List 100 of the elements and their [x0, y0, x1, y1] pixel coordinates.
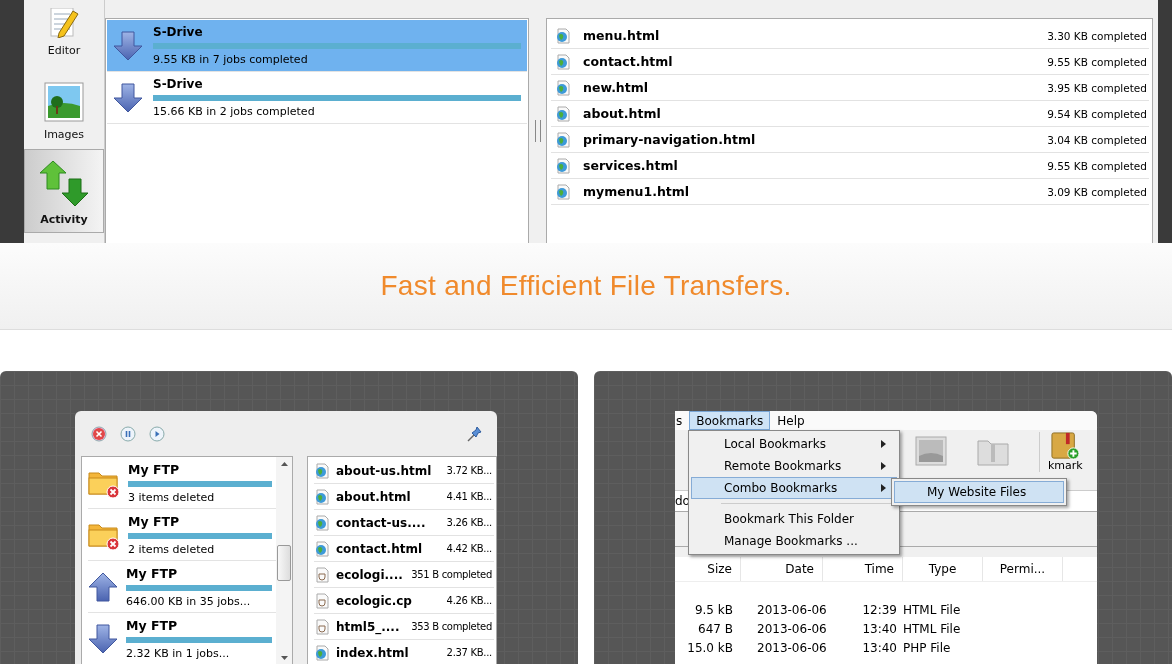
pause-button[interactable]: [120, 425, 136, 442]
play-button[interactable]: [149, 425, 165, 442]
transfer-status: 15.66 KB in 2 jobs completed: [153, 105, 316, 118]
landscape-icon: [44, 82, 84, 122]
menu-item[interactable]: Bookmark This Folder: [691, 508, 897, 530]
web-file-icon: [555, 105, 571, 122]
scroll-up-arrow-icon[interactable]: [280, 462, 288, 466]
transfer-status: 646.00 KB in 35 jobs...: [126, 594, 252, 608]
menu-item[interactable]: My Website Files: [894, 481, 1064, 503]
file-name: about-us.html: [336, 463, 433, 478]
submenu-arrow-icon: [881, 462, 886, 470]
sidebar-tab[interactable]: Editor: [24, 0, 104, 63]
file-name: primary-navigation.html: [583, 132, 757, 147]
transfer-status: 2 items deleted: [128, 542, 216, 556]
file-status: 3.95 KB completed: [1047, 81, 1148, 94]
file-status: 4.26 KB...: [446, 595, 493, 606]
file-name: services.html: [583, 158, 679, 173]
script-file-icon: [314, 566, 330, 583]
web-file-icon: [555, 27, 571, 44]
menu-item[interactable]: Help: [770, 411, 812, 430]
script-file-icon: [314, 592, 330, 609]
sidebar-tab[interactable]: Activity: [24, 149, 104, 233]
web-file-icon: [314, 644, 330, 661]
column-header[interactable]: Date: [741, 557, 823, 581]
transfer-status: 3 items deleted: [128, 490, 216, 504]
file-status: 3.09 KB completed: [1047, 185, 1148, 198]
web-file-icon: [314, 540, 330, 557]
menu-item[interactable]: s: [675, 411, 690, 430]
file-status: 9.55 KB completed: [1047, 159, 1148, 172]
file-name: menu.html: [583, 28, 661, 43]
table-cell-text: HTML File: [903, 621, 962, 638]
menu-item[interactable]: Local Bookmarks: [691, 433, 897, 455]
transfer-row[interactable]: S-Drive 9.55 KB in 7 jobs completed: [107, 20, 527, 72]
file-status: 4.41 KB...: [446, 491, 493, 502]
banner-title: Fast and Efficient File Transfers.: [380, 270, 792, 302]
down-arrow-icon: [113, 82, 143, 113]
cancel-button[interactable]: [91, 425, 107, 442]
transfer-name: S-Drive: [153, 25, 204, 39]
menu-item[interactable]: Bookmarks: [689, 411, 771, 430]
web-file-icon: [555, 79, 571, 96]
transfer-name: S-Drive: [153, 77, 204, 91]
script-file-icon: [314, 618, 330, 635]
web-file-icon: [555, 157, 571, 174]
table-cell-text: HTML File: [903, 602, 962, 619]
transfer-row[interactable]: S-Drive 15.66 KB in 2 jobs completed: [107, 72, 527, 124]
file-status: 3.30 KB completed: [1047, 29, 1148, 42]
table-cell-text: 13:40: [861, 640, 898, 657]
menu-item[interactable]: Manage Bookmarks ...: [691, 530, 897, 552]
transfer-name: My FTP: [128, 513, 181, 529]
column-header[interactable]: Type: [903, 557, 983, 581]
web-file-icon: [314, 514, 330, 531]
transfer-name: My FTP: [128, 461, 181, 477]
menu-item[interactable]: Remote Bookmarks: [691, 455, 897, 477]
file-status: 2.37 KB...: [446, 647, 493, 658]
pin-icon[interactable]: [467, 425, 483, 442]
file-name: ecologi....: [336, 567, 404, 582]
web-file-icon: [555, 183, 571, 200]
web-file-icon: [555, 53, 571, 70]
submenu-arrow-icon: [881, 440, 886, 448]
file-status: 3.04 KB completed: [1047, 133, 1148, 146]
transfer-status: 2.32 KB in 1 jobs...: [126, 646, 231, 660]
file-name: html5_....: [336, 619, 401, 634]
file-name: about.html: [336, 489, 412, 504]
file-status: 351 B completed: [411, 569, 493, 580]
transfer-name: My FTP: [126, 617, 179, 633]
scrollbar-thumb[interactable]: [277, 545, 291, 581]
toolbar-label: kmark: [1048, 460, 1083, 472]
transfer-name: My FTP: [126, 565, 179, 581]
file-status: 9.55 KB completed: [1047, 55, 1148, 68]
file-status: 9.54 KB completed: [1047, 107, 1148, 120]
submenu-arrow-icon: [881, 484, 886, 492]
up-arrow-icon: [88, 571, 118, 602]
web-file-icon: [555, 131, 571, 148]
table-cell-text: 15.0 kB: [686, 640, 734, 657]
web-file-icon: [314, 462, 330, 479]
file-name: mymenu1.html: [583, 184, 691, 199]
scroll-down-arrow-icon[interactable]: [280, 656, 288, 660]
file-name: contact.html: [336, 541, 424, 556]
file-name: new.html: [583, 80, 650, 95]
column-header[interactable]: Time: [823, 557, 903, 581]
down-arrow-icon: [113, 30, 143, 61]
table-cell-text: 647 B: [697, 621, 734, 638]
file-status: 4.42 KB...: [446, 543, 493, 554]
file-name: index.html: [336, 645, 410, 660]
column-header[interactable]: Size: [675, 557, 741, 581]
column-header[interactable]: Permi...: [983, 557, 1063, 581]
file-name: contact-us....: [336, 515, 427, 530]
menu-item[interactable]: Combo Bookmarks: [691, 477, 897, 499]
book-add-icon[interactable]: [1050, 432, 1081, 460]
sidebar-tab[interactable]: Images: [24, 63, 104, 147]
file-status: 3.72 KB...: [446, 465, 493, 476]
file-name: about.html: [583, 106, 662, 121]
file-status: 3.26 KB...: [446, 517, 493, 528]
file-name: contact.html: [583, 54, 674, 69]
web-file-icon: [314, 488, 330, 505]
scrollbar[interactable]: [276, 457, 292, 664]
table-cell-text: 9.5 kB: [693, 602, 734, 619]
splitter-grip[interactable]: [534, 119, 541, 142]
photo-thumbnail-icon[interactable]: [915, 436, 947, 466]
notepad-pencil-icon: [49, 8, 79, 38]
